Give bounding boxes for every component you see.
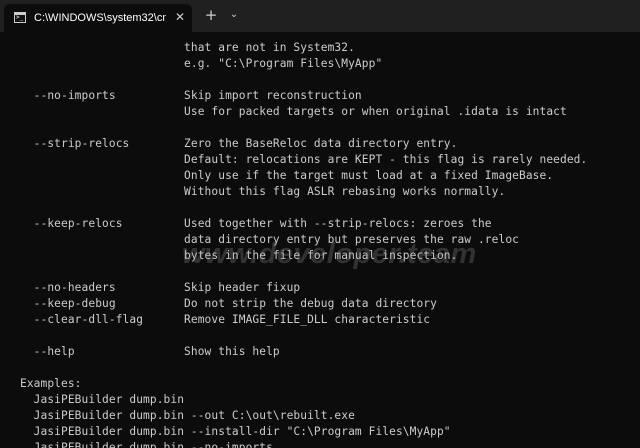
- console-line: --keep-debug Do not strip the debug data…: [20, 297, 437, 310]
- console-line: --clear-dll-flag Remove IMAGE_FILE_DLL c…: [20, 313, 431, 326]
- close-icon[interactable]: ✕: [172, 9, 188, 25]
- tab-cmd[interactable]: C:\WINDOWS\system32\cmd. ✕: [4, 4, 192, 32]
- console-line: --no-headers Skip header fixup: [20, 281, 301, 294]
- console-output[interactable]: that are not in System32. e.g. "C:\Progr…: [0, 32, 640, 448]
- chevron-down-icon[interactable]: ⌄: [226, 6, 242, 24]
- console-line: JasiPEBuilder dump.bin --no-imports: [20, 441, 273, 448]
- console-line: JasiPEBuilder dump.bin: [20, 393, 185, 406]
- console-line: --no-imports Skip import reconstruction: [20, 89, 362, 102]
- console-line: Default: relocations are KEPT - this fla…: [20, 153, 588, 166]
- console-line: Examples:: [20, 377, 82, 390]
- tab-title: C:\WINDOWS\system32\cmd.: [34, 12, 166, 24]
- new-tab-button[interactable]: +: [202, 6, 220, 24]
- console-line: JasiPEBuilder dump.bin --out C:\out\rebu…: [20, 409, 355, 422]
- console-line: Only use if the target must load at a fi…: [20, 169, 554, 182]
- console-line: --help Show this help: [20, 345, 280, 358]
- console-line: --keep-relocs Used together with --strip…: [20, 217, 492, 230]
- console-line: Without this flag ASLR rebasing works no…: [20, 185, 506, 198]
- console-line: data directory entry but preserves the r…: [20, 233, 519, 246]
- console-line: --strip-relocs Zero the BaseReloc data d…: [20, 137, 458, 150]
- console-line: bytes in the file for manual inspection.: [20, 249, 458, 262]
- console-line: e.g. "C:\Program Files\MyApp": [20, 57, 383, 70]
- console-line: JasiPEBuilder dump.bin --install-dir "C:…: [20, 425, 451, 438]
- console-line: that are not in System32.: [20, 41, 355, 54]
- console-line: Use for packed targets or when original …: [20, 105, 567, 118]
- title-bar: C:\WINDOWS\system32\cmd. ✕ + ⌄: [0, 0, 640, 32]
- terminal-icon: [14, 12, 26, 23]
